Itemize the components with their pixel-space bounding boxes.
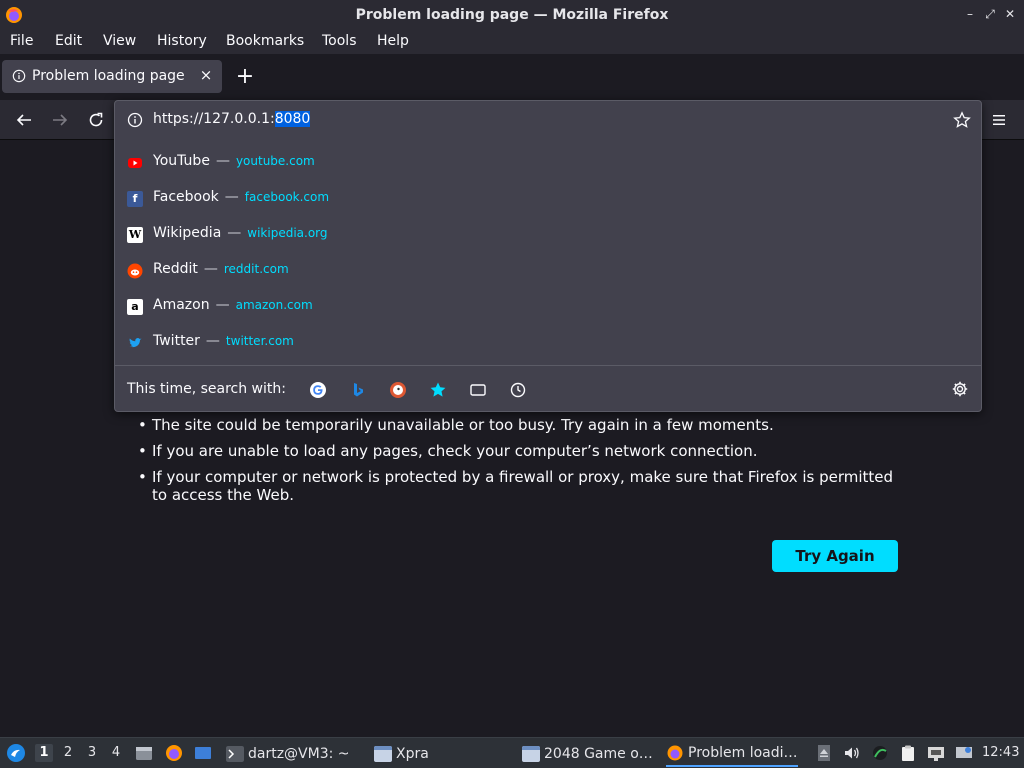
menu-help[interactable]: Help [377, 33, 409, 49]
urlbar-dropdown: https://127.0.0.1:8080 YouTube — youtube.c… [114, 100, 982, 412]
suggestion-item: If you are unable to load any pages, che… [138, 442, 908, 460]
firefox-icon [667, 745, 683, 761]
desktop-icon[interactable] [194, 744, 212, 762]
result-site: reddit.com [223, 262, 289, 276]
start-menu-icon[interactable] [6, 743, 26, 763]
eject-icon[interactable] [815, 744, 833, 762]
menu-file[interactable]: File [10, 33, 33, 49]
menu-view[interactable]: View [103, 33, 136, 49]
menu-tools[interactable]: Tools [322, 33, 357, 49]
menu-history[interactable]: History [157, 33, 207, 49]
url-prefix: https://127.0.0.1: [153, 111, 275, 127]
result-amazon[interactable]: a Amazon — amazon.com [115, 289, 981, 325]
tabs-search-icon[interactable] [469, 381, 487, 399]
terminal-icon [226, 746, 244, 762]
tab-strip: Problem loading page × [0, 54, 1024, 100]
info-icon [12, 69, 26, 83]
tab-problem-loading[interactable]: Problem loading page × [2, 60, 222, 93]
result-twitter[interactable]: Twitter — twitter.com [115, 325, 981, 361]
task-label: dartz@VM3: ~ [248, 746, 350, 762]
bing-icon[interactable] [349, 381, 367, 399]
search-with-label: This time, search with: [127, 381, 286, 397]
result-name: Amazon [153, 297, 210, 313]
result-name: Twitter [153, 333, 200, 349]
result-youtube[interactable]: YouTube — youtube.com [115, 145, 981, 181]
task-terminal[interactable]: dartz@VM3: ~ [226, 741, 350, 767]
history-search-icon[interactable] [509, 381, 527, 399]
workspace-4[interactable]: 4 [107, 744, 125, 762]
workspace-2[interactable]: 2 [59, 744, 77, 762]
task-label: Problem loadi… [688, 745, 798, 761]
urlbar-input[interactable]: https://127.0.0.1:8080 [115, 101, 981, 139]
volume-icon[interactable] [843, 744, 861, 762]
suggestion-item: The site could be temporarily unavailabl… [138, 416, 908, 434]
divider [115, 365, 981, 366]
wikipedia-icon: W [127, 227, 143, 243]
result-site: youtube.com [235, 154, 315, 168]
task-label: Xpra [396, 746, 429, 762]
window-title: Problem loading page — Mozilla Firefox [355, 7, 669, 23]
tab-label: Problem loading page [32, 68, 185, 84]
game-window-icon [522, 746, 540, 762]
url-selected-port: 8080 [274, 111, 311, 127]
result-name: Facebook [153, 189, 219, 205]
hamburger-menu-icon[interactable] [988, 109, 1010, 131]
suggestion-item: If your computer or network is protected… [138, 468, 908, 504]
result-site: facebook.com [244, 190, 330, 204]
reddit-icon [127, 263, 143, 279]
result-site: wikipedia.org [247, 226, 328, 240]
workspace-1[interactable]: 1 [35, 744, 53, 762]
result-site: twitter.com [225, 334, 294, 348]
twitter-icon [129, 337, 142, 348]
close-window-button[interactable]: ✕ [1002, 6, 1018, 22]
result-reddit[interactable]: Reddit — reddit.com [115, 253, 981, 289]
task-firefox-problem-loading[interactable]: Problem loadi… [666, 741, 798, 767]
facebook-icon: f [127, 191, 143, 207]
url-text[interactable]: https://127.0.0.1:8080 [153, 111, 311, 127]
task-label: 2048 Game o… [544, 746, 653, 762]
task-2048-game[interactable]: 2048 Game o… [522, 741, 653, 767]
menu-bookmarks[interactable]: Bookmarks [226, 33, 304, 49]
minimize-button[interactable]: – [962, 6, 978, 22]
duckduckgo-icon[interactable] [389, 381, 407, 399]
workspace-3[interactable]: 3 [83, 744, 101, 762]
site-info-icon[interactable] [127, 112, 143, 128]
firefox-launcher-icon[interactable] [165, 744, 183, 762]
clock: 12:43 [982, 745, 1020, 760]
bookmarks-search-icon[interactable] [429, 381, 447, 399]
reload-icon[interactable] [85, 109, 107, 131]
bookmark-star-icon[interactable] [953, 111, 971, 129]
result-wikipedia[interactable]: W Wikipedia — wikipedia.org [115, 217, 981, 253]
close-tab-icon[interactable]: × [198, 67, 214, 83]
result-site: amazon.com [235, 298, 313, 312]
window-titlebar: Problem loading page — Mozilla Firefox –… [0, 0, 1024, 30]
network-manager-icon[interactable] [871, 744, 889, 762]
google-icon[interactable] [309, 381, 327, 399]
result-name: Reddit [153, 261, 198, 277]
search-settings-gear-icon[interactable] [951, 380, 969, 398]
forward-arrow-icon[interactable] [49, 109, 71, 131]
wired-network-icon[interactable] [927, 744, 945, 762]
youtube-icon [128, 158, 142, 168]
menu-bar: File Edit View History Bookmarks Tools H… [0, 30, 1024, 54]
menu-edit[interactable]: Edit [55, 33, 82, 49]
taskbar: 1 2 3 4 dartz@VM3: ~ Xpra 2048 Game o… P… [0, 737, 1024, 768]
file-manager-icon[interactable] [135, 744, 153, 762]
error-suggestions-list: The site could be temporarily unavailabl… [138, 416, 908, 512]
try-again-button[interactable]: Try Again [772, 540, 898, 572]
back-arrow-icon[interactable] [13, 109, 35, 131]
result-name: YouTube [153, 153, 210, 169]
result-facebook[interactable]: f Facebook — facebook.com [115, 181, 981, 217]
maximize-button[interactable]: ⤢ [982, 6, 998, 22]
new-tab-button[interactable]: + [234, 66, 256, 88]
task-xpra[interactable]: Xpra [374, 741, 429, 767]
xpra-window-icon [374, 746, 392, 762]
amazon-icon: a [127, 299, 143, 315]
clipboard-icon[interactable] [899, 744, 917, 762]
result-name: Wikipedia [153, 225, 222, 241]
display-info-icon[interactable] [955, 744, 973, 762]
